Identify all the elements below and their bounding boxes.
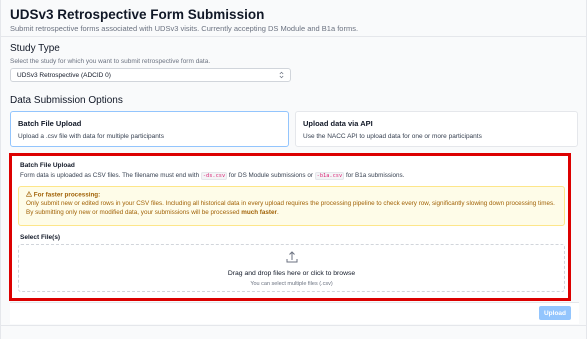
- b1a-suffix-code: -b1a.csv: [314, 172, 345, 180]
- card-title: Batch File Upload: [18, 119, 82, 128]
- card-title: Upload data via API: [303, 119, 373, 128]
- chevron-updown-icon: [279, 71, 284, 81]
- page-title: UDSv3 Retrospective Form Submission: [10, 7, 265, 22]
- batch-upload-panel: Batch File Upload Form data is uploaded …: [9, 153, 571, 301]
- alert-title: For faster processing:: [33, 191, 101, 199]
- alert-line: By submitting only new or modified data,…: [26, 209, 557, 218]
- api-upload-card[interactable]: Upload data via API Use the NACC API to …: [295, 111, 578, 147]
- batch-panel-description: Form data is uploaded as CSV files. The …: [20, 172, 405, 180]
- page: UDSv3 Retrospective Form Submission Subm…: [0, 0, 587, 339]
- warning-icon: [25, 190, 34, 199]
- study-type-select[interactable]: UDSv3 Retrospective (ADCID 0): [10, 68, 291, 82]
- card-description: Upload a .csv file with data for multipl…: [18, 133, 164, 140]
- upload-icon: [285, 250, 299, 264]
- desc-text: for DS Module submissions or: [228, 172, 313, 179]
- ds-suffix-code: -ds.csv: [200, 172, 228, 180]
- file-dropzone[interactable]: Drag and drop files here or click to bro…: [18, 244, 565, 292]
- alert-text: By submitting only new or modified data,…: [26, 208, 240, 216]
- page-subtitle: Submit retrospective forms associated wi…: [10, 24, 359, 33]
- study-type-help: Select the study for which you want to s…: [10, 58, 211, 65]
- study-type-heading: Study Type: [10, 43, 60, 54]
- upload-button[interactable]: Upload: [539, 306, 571, 320]
- desc-text: Form data is uploaded as CSV files. The …: [20, 172, 200, 179]
- dropzone-instruction: Drag and drop files here or click to bro…: [227, 270, 356, 277]
- faster-processing-alert: For faster processing: Only submit new o…: [18, 186, 565, 226]
- divider: [1, 325, 587, 326]
- batch-upload-card[interactable]: Batch File Upload Upload a .csv file wit…: [10, 111, 289, 147]
- alert-line: Only submit new or edited rows in your C…: [26, 200, 555, 207]
- select-files-label: Select File(s): [20, 234, 61, 241]
- batch-panel-title: Batch File Upload: [20, 162, 75, 169]
- card-description: Use the NACC API to upload data for one …: [303, 133, 482, 140]
- options-heading: Data Submission Options: [10, 95, 123, 106]
- divider: [1, 36, 587, 37]
- alert-text: .: [276, 208, 279, 216]
- desc-text: for B1a submissions.: [345, 172, 405, 179]
- study-type-value: UDSv3 Retrospective (ADCID 0): [17, 71, 111, 79]
- form-footer: Upload: [10, 302, 579, 324]
- dropzone-hint: You can select multiple files (.csv): [250, 281, 333, 287]
- alert-emphasis: much faster: [241, 208, 277, 216]
